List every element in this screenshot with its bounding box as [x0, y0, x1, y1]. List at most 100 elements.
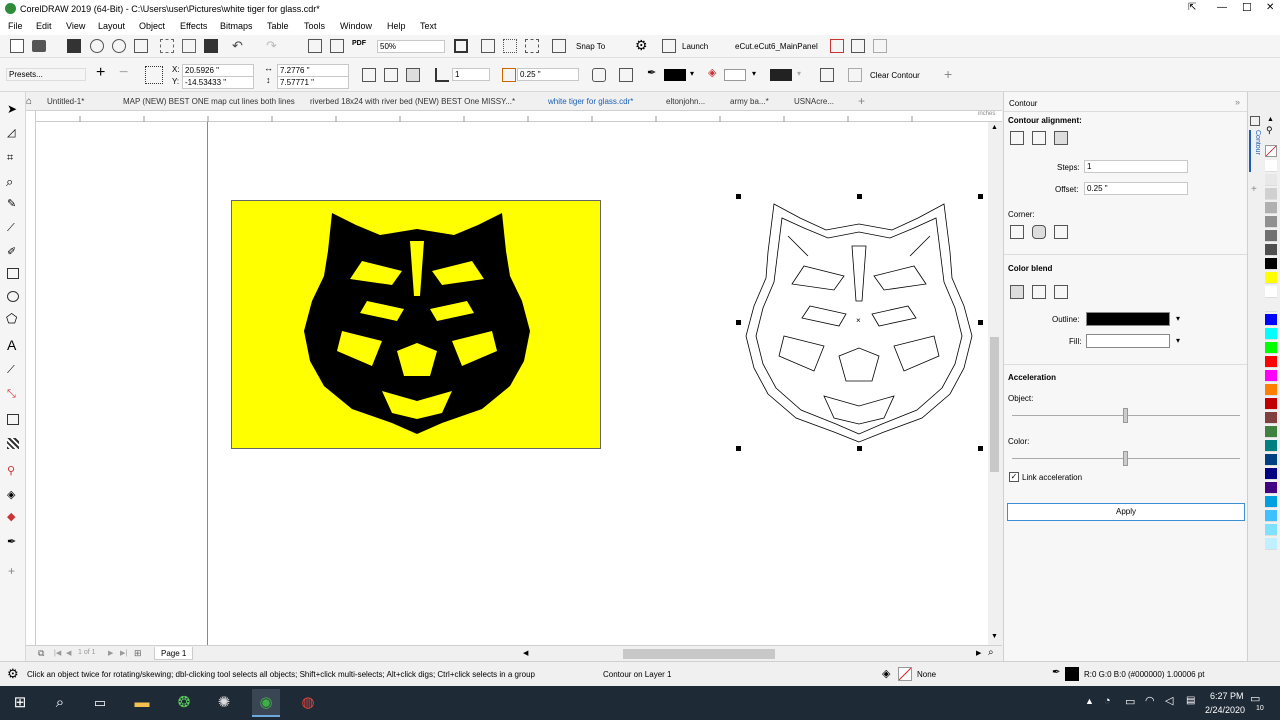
maximize-button[interactable]: ☐ [1242, 1, 1252, 14]
fill-color-picker[interactable] [1086, 334, 1170, 348]
align-outside-icon[interactable] [1054, 131, 1068, 145]
corner-icon[interactable] [592, 68, 606, 82]
print-icon[interactable] [134, 39, 148, 53]
clock-date[interactable]: 2/24/2020 [1205, 705, 1245, 715]
vertical-scroll-thumb[interactable] [990, 337, 999, 472]
coreldraw-active-icon[interactable]: ◉ [252, 689, 280, 717]
offset-input[interactable]: 0.25 " [1084, 182, 1188, 195]
selection-handle-tl[interactable] [736, 194, 741, 199]
menu-object[interactable]: Object [139, 21, 165, 31]
selection-handle-bl[interactable] [736, 446, 741, 451]
selection-handle-ml[interactable] [736, 320, 741, 325]
windows-start-icon[interactable]: ⊞ [6, 689, 34, 717]
palette-swatch[interactable] [1265, 244, 1277, 256]
contour-color-swatch[interactable] [770, 69, 792, 81]
menu-window[interactable]: Window [340, 21, 372, 31]
palette-swatch[interactable] [1265, 188, 1277, 200]
fill-color-swatch[interactable] [724, 69, 746, 81]
tab-army[interactable]: army ba...* [730, 97, 769, 106]
zoom-navigator-icon[interactable]: ⌕ [988, 647, 994, 658]
copy-contour-icon[interactable] [848, 68, 862, 82]
tray-app-icon[interactable]: ◔ [1104, 695, 1111, 707]
add-property-icon[interactable]: + [944, 66, 952, 82]
pen-tool-icon[interactable]: ✐ [7, 245, 16, 258]
export-icon[interactable] [330, 39, 344, 53]
clear-contour-button[interactable]: Clear Contour [870, 71, 920, 80]
outline-color-dropdown-icon[interactable]: ▾ [690, 69, 694, 78]
rulers-icon[interactable] [481, 39, 495, 53]
docker-tab-properties-icon[interactable] [1250, 116, 1260, 126]
palette-swatch[interactable] [1265, 314, 1277, 326]
wifi-icon[interactable]: ◠ [1145, 694, 1155, 707]
fill-dropdown-icon[interactable]: ▾ [1176, 336, 1180, 345]
volume-icon[interactable]: ◁ [1165, 694, 1173, 707]
grid-icon[interactable] [503, 39, 517, 53]
snap-to-dropdown[interactable]: Snap To [576, 42, 605, 51]
launch-icon[interactable] [662, 39, 676, 53]
vertical-scrollbar[interactable]: ▲ ▼ [988, 122, 1002, 645]
outline-color-swatch[interactable] [664, 69, 686, 81]
next-page-icon[interactable]: ▶ [108, 649, 113, 657]
scroll-up-icon[interactable]: ▲ [991, 124, 998, 131]
menu-view[interactable]: View [66, 21, 85, 31]
height-field[interactable]: 7.57771 " [277, 76, 349, 89]
pdf-icon[interactable]: PDF [352, 40, 366, 47]
offset-field[interactable]: 0.25 " [517, 68, 579, 81]
link-acceleration-checkbox[interactable]: ✓ [1009, 472, 1019, 482]
color-blend-icon[interactable] [619, 68, 633, 82]
interactive-tool-icon[interactable]: ⤡ [7, 388, 16, 401]
y-position-field[interactable]: -14.53433 " [182, 76, 254, 89]
add-page-icon[interactable]: ⊞ [134, 648, 142, 659]
tray-chevron-icon[interactable]: ▲ [1085, 696, 1094, 706]
palette-swatch[interactable] [1265, 412, 1277, 424]
palette-swatch[interactable] [1265, 174, 1277, 186]
contour-center-icon[interactable] [362, 68, 376, 82]
text-tool-icon[interactable]: A [7, 337, 16, 353]
remove-preset-icon[interactable]: − [119, 64, 128, 82]
steps-input[interactable]: 1 [1084, 160, 1188, 173]
share-icon[interactable]: ⇱ [1188, 2, 1196, 13]
tab-white-tiger[interactable]: white tiger for glass.cdr* [548, 97, 633, 106]
palette-swatch[interactable] [1265, 482, 1277, 494]
contour-color-dropdown-icon[interactable]: ▾ [797, 69, 801, 78]
freehand-tool-icon[interactable]: ✎ [7, 197, 16, 210]
task-view-icon[interactable]: ▭ [86, 689, 114, 717]
palette-swatch[interactable] [1265, 524, 1277, 536]
search-icon[interactable]: ⌕ [46, 689, 74, 717]
palette-swatch[interactable] [1265, 370, 1277, 382]
connector-tool-icon[interactable]: ⟋ [7, 364, 15, 377]
palette-swatch[interactable] [1265, 454, 1277, 466]
corner-round-icon[interactable] [1032, 225, 1046, 239]
plugin-icon[interactable] [830, 39, 844, 53]
presets-dropdown[interactable]: Presets... [6, 68, 86, 81]
contour-inside-icon[interactable] [384, 68, 398, 82]
vertical-ruler[interactable] [26, 111, 36, 645]
coreldraw-taskbar-icon[interactable]: ❂ [170, 689, 198, 717]
pattern-tool-icon[interactable] [7, 438, 19, 449]
new-tab-icon[interactable]: + [858, 94, 865, 108]
corel-app-icon[interactable]: ✺ [210, 689, 238, 717]
palette-scroll-up-icon[interactable]: ▲ [1267, 116, 1274, 123]
copy-icon[interactable] [182, 39, 196, 53]
shape-tool-icon[interactable]: ◿ [7, 126, 15, 139]
menu-tools[interactable]: Tools [304, 21, 325, 31]
tab-riverbed[interactable]: riverbed 18x24 with river bed (NEW) BEST… [310, 97, 515, 106]
redo-icon[interactable]: ↷ [266, 38, 277, 54]
blend-counterclockwise-icon[interactable] [1054, 285, 1068, 299]
yellow-tiger-artwork[interactable] [231, 200, 601, 449]
contour-outside-icon[interactable] [406, 68, 420, 82]
no-color-swatch[interactable] [1265, 145, 1277, 157]
horizontal-ruler[interactable]: inches [36, 111, 1002, 122]
menu-text[interactable]: Text [420, 21, 437, 31]
page-tab[interactable]: Page 1 [154, 647, 194, 660]
page-options-icon[interactable]: ⧉ [38, 648, 44, 659]
rectangle-tool-icon[interactable] [7, 268, 19, 279]
new-document-icon[interactable] [10, 39, 24, 53]
align-center-icon[interactable] [1010, 131, 1024, 145]
blend-clockwise-icon[interactable] [1032, 285, 1046, 299]
clock-time[interactable]: 6:27 PM [1210, 691, 1244, 701]
horizontal-scroll-thumb[interactable] [623, 649, 775, 659]
guidelines-icon[interactable] [525, 39, 539, 53]
cloud-upload-icon[interactable] [112, 39, 126, 53]
palette-swatch[interactable] [1265, 216, 1277, 228]
